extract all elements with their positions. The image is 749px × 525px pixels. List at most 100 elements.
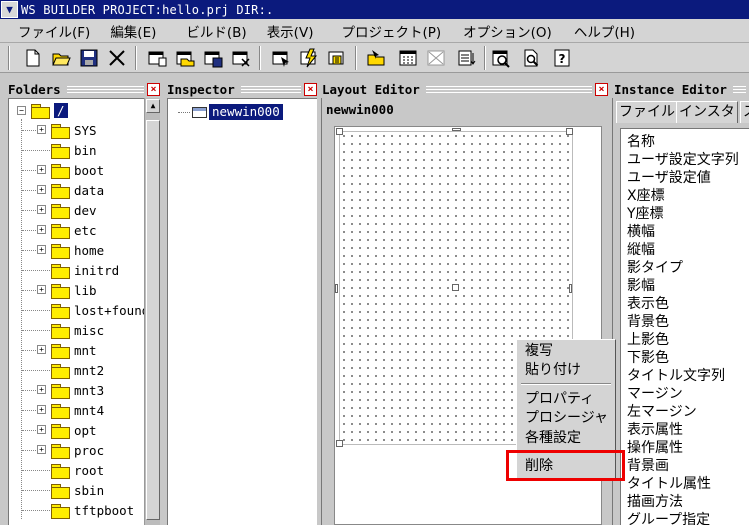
- menu-view[interactable]: 表示(V): [263, 21, 318, 41]
- tree-expander-icon[interactable]: +: [37, 445, 46, 454]
- inspector-node[interactable]: newwin000: [178, 103, 283, 121]
- property-item[interactable]: 描画方法: [627, 494, 683, 511]
- tree-item[interactable]: misc: [51, 320, 104, 340]
- tree-expander-icon[interactable]: +: [37, 225, 46, 234]
- tree-item[interactable]: opt: [51, 420, 97, 440]
- save-icon[interactable]: [78, 47, 100, 69]
- tree-item[interactable]: root: [51, 460, 104, 480]
- select-tool-icon[interactable]: [270, 47, 292, 69]
- open-window-icon[interactable]: [174, 47, 196, 69]
- property-item[interactable]: Y座標: [627, 206, 664, 223]
- menu-file[interactable]: ファイル(F): [14, 21, 94, 41]
- resize-handle[interactable]: [336, 440, 343, 447]
- property-item[interactable]: 背景色: [627, 314, 669, 331]
- pane-grip[interactable]: [732, 85, 747, 93]
- property-item[interactable]: 上影色: [627, 332, 669, 349]
- tree-item[interactable]: mnt4: [51, 400, 104, 420]
- ctx-settings[interactable]: 各種設定: [525, 429, 581, 447]
- property-item[interactable]: 影タイプ: [627, 260, 683, 277]
- folders-scrollbar[interactable]: ▲: [144, 98, 160, 525]
- tree-expander-icon[interactable]: +: [37, 165, 46, 174]
- resize-handle[interactable]: [569, 284, 572, 293]
- grid-icon[interactable]: [397, 47, 419, 69]
- build-all-icon[interactable]: [326, 47, 348, 69]
- tree-item[interactable]: tftpboot: [51, 500, 134, 520]
- resize-handle[interactable]: [452, 128, 461, 131]
- menu-options[interactable]: オプション(O): [459, 21, 556, 41]
- tree-expander-icon[interactable]: −: [17, 106, 26, 115]
- scroll-up-icon[interactable]: ▲: [146, 99, 160, 113]
- ctx-paste[interactable]: 貼り付け: [525, 361, 581, 379]
- property-item[interactable]: ユーザ設定文字列: [627, 152, 739, 169]
- pane-grip[interactable]: [240, 85, 302, 93]
- open-folder-icon[interactable]: [50, 47, 72, 69]
- resize-handle[interactable]: [336, 128, 343, 135]
- tree-expander-icon[interactable]: +: [37, 405, 46, 414]
- save-window-icon[interactable]: [202, 47, 224, 69]
- tree-item[interactable]: boot: [51, 160, 104, 180]
- help-icon[interactable]: ?: [551, 47, 573, 69]
- tree-expander-icon[interactable]: +: [37, 385, 46, 394]
- property-item[interactable]: 下影色: [627, 350, 669, 367]
- tree-item[interactable]: bin: [51, 140, 97, 160]
- property-item[interactable]: タイトル属性: [627, 476, 711, 493]
- tree-item[interactable]: lost+found: [51, 300, 149, 320]
- property-item[interactable]: 縦幅: [627, 242, 655, 259]
- tree-item[interactable]: proc: [51, 440, 104, 460]
- property-item[interactable]: 影幅: [627, 278, 655, 295]
- tree-expander-icon[interactable]: +: [37, 285, 46, 294]
- close-project-icon[interactable]: [106, 47, 128, 69]
- tree-item[interactable]: data: [51, 180, 104, 200]
- close-window-icon[interactable]: [230, 47, 252, 69]
- property-item[interactable]: 表示属性: [627, 422, 683, 439]
- resize-handle[interactable]: [335, 284, 338, 293]
- tree-item[interactable]: mnt: [51, 340, 97, 360]
- menu-help[interactable]: ヘルプ(H): [570, 21, 639, 41]
- ctx-copy[interactable]: 複写: [525, 342, 553, 360]
- property-item[interactable]: 左マージン: [627, 404, 697, 421]
- pane-grip[interactable]: [66, 85, 145, 93]
- property-item[interactable]: マージン: [627, 386, 683, 403]
- close-layout-icon[interactable]: ×: [595, 82, 608, 96]
- preview-icon[interactable]: [490, 47, 512, 69]
- tree-item[interactable]: dev: [51, 200, 97, 220]
- tree-item[interactable]: initrd: [51, 260, 119, 280]
- ctx-procedure[interactable]: プロシージャ: [525, 409, 608, 427]
- property-item[interactable]: 背景画: [627, 458, 669, 475]
- close-inspector-icon[interactable]: ×: [304, 82, 317, 96]
- tree-item[interactable]: sbin: [51, 480, 104, 500]
- tree-item[interactable]: lib: [51, 280, 97, 300]
- property-item[interactable]: ユーザ設定値: [627, 170, 711, 187]
- menu-build[interactable]: ビルド(B): [182, 21, 250, 41]
- tree-item[interactable]: SYS: [51, 120, 97, 140]
- scroll-thumb[interactable]: [146, 120, 160, 520]
- tree-expander-icon[interactable]: +: [37, 185, 46, 194]
- search-icon[interactable]: [520, 47, 542, 69]
- resize-handle[interactable]: [566, 128, 573, 135]
- list-icon[interactable]: [456, 47, 478, 69]
- tree-item[interactable]: mnt3: [51, 380, 104, 400]
- tab-instance[interactable]: インスタ: [676, 101, 738, 123]
- tree-expander-icon[interactable]: +: [37, 345, 46, 354]
- property-item[interactable]: タイトル文字列: [627, 368, 725, 385]
- tree-expander-icon[interactable]: +: [37, 425, 46, 434]
- align-icon[interactable]: [425, 47, 447, 69]
- window-menu-icon[interactable]: ▼: [1, 1, 18, 18]
- folder-arrow-icon[interactable]: [365, 47, 387, 69]
- tree-item[interactable]: etc: [51, 220, 97, 240]
- menu-edit[interactable]: 編集(E): [106, 21, 160, 41]
- property-item[interactable]: 名称: [627, 134, 655, 151]
- property-item[interactable]: 横幅: [627, 224, 655, 241]
- menu-project[interactable]: プロジェクト(P): [337, 21, 445, 41]
- tree-item-root[interactable]: /: [31, 100, 68, 120]
- property-item[interactable]: 操作属性: [627, 440, 683, 457]
- tree-item[interactable]: mnt2: [51, 360, 104, 380]
- tree-item[interactable]: home: [51, 240, 104, 260]
- tab-extra[interactable]: ス: [740, 101, 749, 123]
- tree-expander-icon[interactable]: +: [37, 245, 46, 254]
- tree-expander-icon[interactable]: +: [37, 205, 46, 214]
- tree-expander-icon[interactable]: +: [37, 125, 46, 134]
- close-folders-icon[interactable]: ×: [147, 82, 160, 96]
- build-icon[interactable]: [298, 47, 320, 69]
- property-item[interactable]: X座標: [627, 188, 665, 205]
